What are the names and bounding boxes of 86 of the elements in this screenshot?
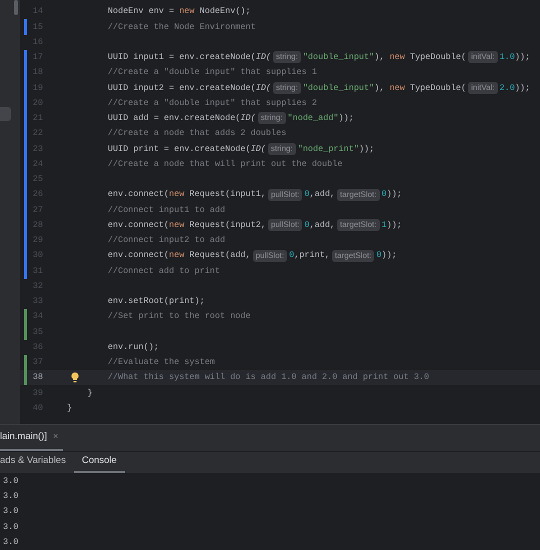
code-token: UUID add = env.createNode(: [108, 112, 240, 125]
parameter-hint: pullSlot:: [252, 250, 288, 262]
code-token: "double_input": [302, 51, 374, 64]
code-token: UUID input2 = env.createNode(: [108, 82, 256, 94]
code-token: ,print,: [294, 249, 330, 262]
code-token: 0: [304, 188, 310, 201]
code-token: //Connect input2 to add: [108, 234, 226, 247]
code-token: UUID print = env.createNode(: [108, 142, 251, 156]
code-token: ,add,: [310, 188, 336, 201]
selected-row-highlight: [0, 107, 11, 121]
parameter-hint: pullSlot:: [268, 188, 302, 201]
code-token: //Evaluate the system: [108, 356, 215, 369]
code-token: Request(add,: [188, 249, 251, 262]
code-token: ));: [358, 142, 374, 156]
code-token: 1: [382, 218, 387, 232]
code-token: new: [390, 82, 405, 94]
code-token: TypeDouble(: [408, 51, 466, 64]
code-token: //Connect add to print: [108, 264, 220, 278]
code-token: //Create a "double input" that supplies 2: [108, 96, 317, 110]
code-token: env.connect(: [108, 218, 169, 232]
code-token: 0: [376, 249, 382, 262]
code-token: new: [169, 218, 184, 232]
debug-tab[interactable]: ads & Variables: [0, 452, 74, 473]
code-token: ID(: [256, 51, 272, 64]
code-token: 0: [304, 218, 310, 232]
code-token: //What this system will do is add 1.0 and 2.0 and print out 3.0: [108, 371, 430, 384]
code-token: ),: [374, 51, 386, 64]
code-token: new: [179, 5, 195, 18]
parameter-hint: pullSlot:: [268, 219, 302, 232]
console-line: 3.0: [3, 490, 18, 504]
code-token: env.run();: [108, 340, 159, 354]
code-token: ));: [382, 249, 397, 262]
code-token: env.connect(: [108, 188, 169, 201]
console-line: 3.0: [3, 474, 18, 488]
code-token: ));: [514, 51, 530, 64]
code-token: ID(: [256, 82, 272, 94]
code-token: ));: [386, 218, 402, 232]
code-token: UUID input1 = env.createNode(: [108, 51, 256, 64]
code-token: env.setRoot(print);: [108, 295, 205, 308]
code-token: NodeEnv env =: [108, 5, 176, 18]
code-token: Request(input2,: [188, 218, 266, 232]
parameter-hint: initVal:: [468, 51, 498, 64]
code-token: new: [169, 188, 184, 201]
parameter-hint: targetSlot:: [332, 250, 374, 262]
code-token: ));: [514, 82, 530, 94]
code-token: TypeDouble(: [408, 82, 466, 94]
parameter-hint: initVal:: [468, 82, 498, 94]
code-token: ));: [338, 112, 354, 125]
console-line: 3.0: [3, 536, 18, 549]
code-token: ,add,: [310, 218, 336, 232]
lightbulb-icon[interactable]: [71, 372, 79, 383]
code-token: new: [390, 51, 405, 64]
parameter-hint: targetSlot:: [337, 188, 380, 201]
code-token: 0: [289, 249, 294, 262]
code-token: //Set print to the root node: [108, 310, 251, 323]
code-token: //Create the Node Environment: [108, 20, 256, 34]
code-token: 2.0: [500, 82, 515, 94]
code-token: ));: [386, 188, 402, 201]
code-token: "double_input": [302, 82, 374, 94]
code-token: "node_print": [298, 142, 359, 156]
code-token: //Connect input1 to add: [108, 204, 226, 216]
code-token: Request(input1,: [188, 188, 266, 201]
scrollbar-thumb[interactable]: [14, 0, 18, 15]
code-token: new: [169, 249, 184, 262]
session-tab-label: lain.main()]: [0, 430, 47, 444]
console-line: 3.0: [3, 520, 18, 534]
code-token: "node_add": [288, 112, 339, 125]
parameter-hint: string:: [273, 82, 301, 94]
console-line: 3.0: [3, 505, 18, 518]
code-token: //Create a node that will print out the double: [108, 158, 342, 170]
code-token: ID(: [250, 142, 266, 156]
code-token: //Create a "double input" that supplies 1: [108, 66, 317, 79]
code-token: env.connect(: [108, 249, 169, 262]
code-token: //Create a node that adds 2 doubles: [108, 127, 286, 140]
code-token: ),: [374, 82, 386, 94]
line-number: 38: [32, 371, 43, 384]
code-token: 0: [382, 188, 387, 201]
parameter-hint: string:: [258, 112, 286, 124]
parameter-hint: string:: [273, 51, 301, 64]
code-token: NodeEnv();: [198, 5, 251, 18]
parameter-hint: targetSlot:: [337, 219, 380, 232]
code-token: 1.0: [500, 51, 515, 64]
code-token: }: [87, 386, 92, 400]
parameter-hint: string:: [268, 142, 296, 155]
code-token: ID(: [240, 112, 256, 125]
code-token: }: [67, 402, 72, 414]
